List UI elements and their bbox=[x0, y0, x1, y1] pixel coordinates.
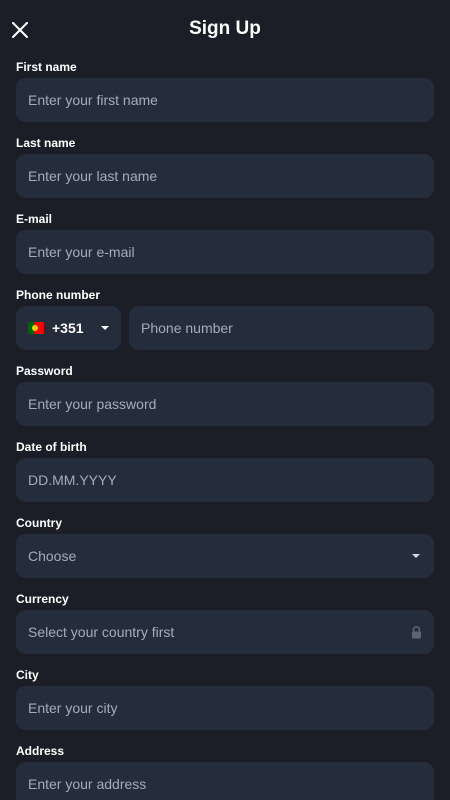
first-name-input[interactable]: Enter your first name bbox=[16, 78, 434, 122]
email-field: E-mail Enter your e-mail bbox=[16, 212, 434, 288]
country-field: Country Choose bbox=[16, 516, 434, 592]
last-name-field: Last name Enter your last name bbox=[16, 136, 434, 212]
chevron-down-icon bbox=[412, 554, 420, 558]
first-name-field: First name Enter your first name bbox=[16, 60, 434, 136]
email-input[interactable]: Enter your e-mail bbox=[16, 230, 434, 274]
currency-placeholder: Select your country first bbox=[28, 624, 175, 640]
country-select[interactable]: Choose bbox=[16, 534, 434, 578]
portugal-flag-icon bbox=[28, 322, 44, 334]
lock-icon bbox=[411, 625, 422, 639]
address-field: Address Enter your address bbox=[16, 744, 434, 800]
country-selected-value: Choose bbox=[28, 548, 77, 564]
date-of-birth-placeholder: DD.MM.YYYY bbox=[28, 472, 117, 488]
currency-select[interactable]: Select your country first bbox=[16, 610, 434, 654]
address-placeholder: Enter your address bbox=[28, 776, 147, 792]
city-label: City bbox=[16, 668, 39, 682]
date-of-birth-input[interactable]: DD.MM.YYYY bbox=[16, 458, 434, 502]
password-field: Password Enter your password bbox=[16, 364, 434, 440]
chevron-down-icon bbox=[101, 326, 109, 330]
date-of-birth-label: Date of birth bbox=[16, 440, 87, 454]
first-name-label: First name bbox=[16, 60, 77, 74]
signup-form: First name Enter your first name Last na… bbox=[0, 60, 450, 800]
last-name-label: Last name bbox=[16, 136, 76, 150]
email-label: E-mail bbox=[16, 212, 53, 226]
city-field: City Enter your city bbox=[16, 668, 434, 744]
country-code-select[interactable]: +351 bbox=[16, 306, 121, 350]
address-input[interactable]: Enter your address bbox=[16, 762, 434, 800]
first-name-placeholder: Enter your first name bbox=[28, 92, 158, 108]
city-input[interactable]: Enter your city bbox=[16, 686, 434, 730]
password-placeholder: Enter your password bbox=[28, 396, 157, 412]
password-input[interactable]: Enter your password bbox=[16, 382, 434, 426]
country-label: Country bbox=[16, 516, 62, 530]
phone-row: +351 Phone number bbox=[16, 306, 434, 350]
phone-field: Phone number +351 Phone number bbox=[16, 288, 434, 364]
country-code-value: +351 bbox=[52, 320, 84, 336]
phone-label: Phone number bbox=[16, 288, 101, 302]
currency-label: Currency bbox=[16, 592, 69, 606]
phone-placeholder: Phone number bbox=[141, 320, 233, 336]
phone-input[interactable]: Phone number bbox=[129, 306, 434, 350]
header: Sign Up bbox=[0, 0, 450, 60]
email-placeholder: Enter your e-mail bbox=[28, 244, 135, 260]
page-title: Sign Up bbox=[189, 18, 261, 39]
address-label: Address bbox=[16, 744, 65, 758]
date-of-birth-field: Date of birth DD.MM.YYYY bbox=[16, 440, 434, 516]
currency-field: Currency Select your country first bbox=[16, 592, 434, 668]
password-label: Password bbox=[16, 364, 73, 378]
last-name-input[interactable]: Enter your last name bbox=[16, 154, 434, 198]
city-placeholder: Enter your city bbox=[28, 700, 118, 716]
last-name-placeholder: Enter your last name bbox=[28, 168, 158, 184]
